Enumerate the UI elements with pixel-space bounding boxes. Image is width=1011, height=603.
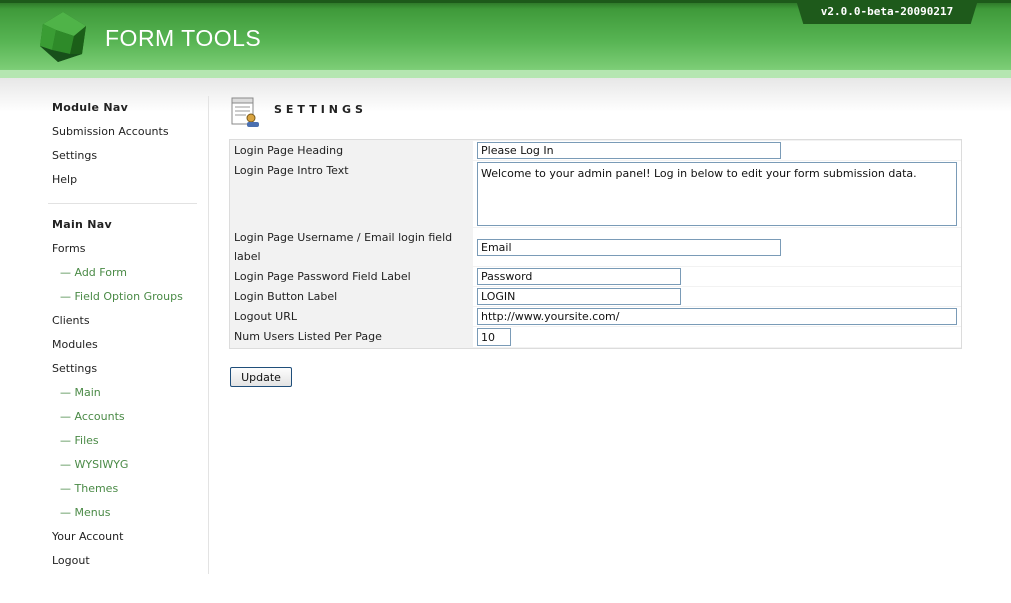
module-nav-heading: Module Nav: [52, 101, 129, 114]
nav-settings-main[interactable]: — Main: [60, 386, 101, 399]
form-tools-logo-icon: [40, 12, 86, 62]
nav-modules[interactable]: Modules: [52, 338, 98, 351]
label-logout-url: Logout URL: [230, 307, 473, 326]
nav-settings-wysiwyg[interactable]: — WYSIWYG: [60, 458, 128, 471]
settings-form: Login Page Heading Login Page Intro Text…: [229, 139, 962, 349]
main-nav-heading: Main Nav: [52, 218, 112, 231]
logout-url-input[interactable]: [477, 308, 957, 325]
nav-settings[interactable]: Settings: [52, 362, 97, 375]
nav-submission-accounts[interactable]: Submission Accounts: [52, 125, 169, 138]
nav-module-settings[interactable]: Settings: [52, 149, 97, 162]
label-password-field: Login Page Password Field Label: [230, 267, 473, 286]
row-password-label: Login Page Password Field Label: [230, 267, 961, 286]
sidebar: Module Nav Submission Accounts Settings …: [0, 96, 209, 574]
nav-settings-menus[interactable]: — Menus: [60, 506, 110, 519]
login-button-label-input[interactable]: [477, 288, 681, 305]
label-login-intro: Login Page Intro Text: [230, 161, 473, 227]
nav-help[interactable]: Help: [52, 173, 77, 186]
nav-add-form[interactable]: — Add Form: [60, 266, 127, 279]
label-login-heading: Login Page Heading: [230, 141, 473, 160]
label-num-users: Num Users Listed Per Page: [230, 327, 473, 347]
version-badge: v2.0.0-beta-20090217: [796, 0, 978, 24]
nav-settings-files[interactable]: — Files: [60, 434, 99, 447]
update-button[interactable]: Update: [230, 367, 292, 387]
page-title: SETTINGS: [274, 103, 367, 116]
settings-page-icon: [231, 97, 259, 127]
row-logout-url: Logout URL: [230, 307, 961, 326]
nav-your-account[interactable]: Your Account: [52, 530, 123, 543]
header-strip: [0, 70, 1011, 78]
label-username-field: Login Page Username / Email login field …: [230, 228, 473, 266]
num-users-input[interactable]: [477, 328, 511, 346]
nav-clients[interactable]: Clients: [52, 314, 90, 327]
row-login-intro: Login Page Intro Text Welcome to your ad…: [230, 161, 961, 227]
username-label-input[interactable]: [477, 238, 781, 256]
nav-forms[interactable]: Forms: [52, 242, 85, 255]
nav-settings-themes[interactable]: — Themes: [60, 482, 118, 495]
row-num-users: Num Users Listed Per Page: [230, 327, 961, 347]
row-login-heading: Login Page Heading: [230, 141, 961, 160]
login-heading-input[interactable]: [477, 142, 781, 159]
row-login-button: Login Button Label: [230, 287, 961, 306]
password-label-input[interactable]: [477, 268, 681, 285]
app-title: FORM TOOLS: [105, 25, 262, 51]
row-username-label: Login Page Username / Email login field …: [230, 228, 961, 266]
label-login-button: Login Button Label: [230, 287, 473, 306]
nav-settings-accounts[interactable]: — Accounts: [60, 410, 125, 423]
nav-logout[interactable]: Logout: [52, 554, 90, 567]
nav-divider: [48, 203, 197, 204]
login-intro-textarea[interactable]: Welcome to your admin panel! Log in belo…: [477, 162, 957, 226]
nav-field-option-groups[interactable]: — Field Option Groups: [60, 290, 183, 303]
